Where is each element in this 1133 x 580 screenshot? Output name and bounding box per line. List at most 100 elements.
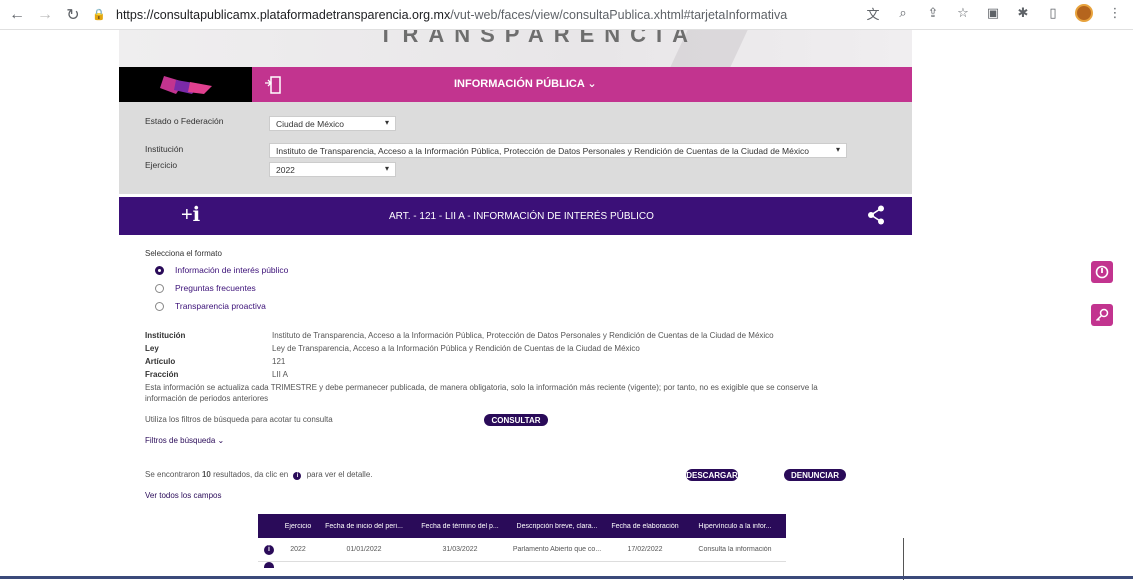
info-circle-icon[interactable] — [264, 562, 274, 568]
table-header-cell[interactable]: Hipervínculo a la infor... — [684, 523, 786, 530]
results-table: Ejercicio Fecha de inicio del peri... Fe… — [258, 514, 786, 568]
share-page-icon[interactable]: ⇪ — [925, 5, 941, 21]
consulta-informacion-link[interactable]: Consulta la información — [684, 546, 786, 553]
estado-label: Estado o Federación — [145, 116, 224, 126]
meta-institucion-value: Instituto de Transparencia, Acceso a la … — [272, 331, 774, 340]
informacion-publica-menu[interactable]: INFORMACIÓN PÚBLICA ⌄ — [454, 77, 597, 90]
alert-side-button[interactable] — [1091, 261, 1113, 283]
table-row-partial — [258, 562, 786, 568]
meta-fraccion-value: LII A — [272, 370, 289, 379]
results-prefix: Se encontraron — [145, 470, 202, 479]
table-row: i 2022 01/01/2022 31/03/2022 Parlamento … — [258, 538, 786, 562]
site-logo[interactable] — [119, 67, 252, 102]
site-banner: TRANSPARENCIA — [119, 30, 912, 67]
table-header-cell[interactable]: Ejercicio — [280, 523, 316, 530]
meta-ley-key: Ley — [145, 344, 159, 353]
profile-avatar[interactable] — [1075, 4, 1093, 22]
denunciar-button[interactable]: DENUNCIAR — [784, 469, 846, 481]
forward-icon[interactable]: → — [34, 4, 56, 26]
institucion-select-value: Instituto de Transparencia, Acceso a la … — [276, 146, 809, 156]
chevron-down-icon: ▾ — [835, 145, 840, 154]
share-icon-svg — [868, 205, 884, 225]
row-detail-cell[interactable]: i — [258, 544, 280, 555]
institucion-label: Institución — [145, 144, 184, 154]
chevron-down-icon: ▾ — [384, 164, 389, 173]
table-cell: 31/03/2022 — [442, 546, 478, 553]
institucion-select[interactable]: Instituto de Transparencia, Acceso a la … — [269, 143, 847, 158]
menu-kebab-icon[interactable]: ⋮ — [1107, 5, 1123, 21]
radio-unselected[interactable] — [155, 283, 164, 293]
browser-actions: 文 ⌕ ⇪ ☆ ▣ ✱ ▯ ⋮ — [865, 4, 1123, 22]
reload-icon[interactable]: ↻ — [62, 4, 84, 26]
key-icon — [1095, 308, 1109, 322]
logo-icon — [159, 75, 212, 94]
format-option-label: Transparencia proactiva — [175, 301, 266, 311]
zoom-icon[interactable]: ⌕ — [895, 5, 911, 21]
url-path: /vut-web/faces/view/consultaPublica.xhtm… — [450, 8, 788, 22]
article-header: +ℹ ART. - 121 - LII A - INFORMACIÓN DE I… — [119, 197, 912, 235]
format-label: Selecciona el formato — [145, 249, 222, 258]
estado-select[interactable]: Ciudad de México ▾ — [269, 116, 396, 131]
lock-icon: 🔒 — [92, 9, 106, 21]
translate-icon[interactable]: 文 — [865, 5, 881, 22]
back-icon[interactable]: ← — [6, 4, 28, 26]
bookmark-star-icon[interactable]: ☆ — [955, 5, 971, 21]
update-note-line1: Esta información se actualiza cada TRIME… — [145, 383, 818, 392]
login-icon[interactable] — [258, 70, 288, 100]
table-header-cell[interactable]: Descripción breve, clara... — [508, 523, 606, 530]
results-suffix2: para ver el detalle. — [306, 470, 373, 479]
ver-todos-campos-link[interactable]: Ver todos los campos — [145, 491, 221, 500]
address-bar[interactable]: 🔒 https://consultapublicamx.plataformade… — [92, 4, 882, 26]
ejercicio-select[interactable]: 2022 ▾ — [269, 162, 396, 177]
results-summary: Se encontraron 10 resultados, da clic en… — [145, 470, 373, 480]
info-circle-icon[interactable]: i — [264, 544, 274, 555]
divider-line — [903, 538, 904, 580]
table-cell: Parlamento Abierto que co... — [512, 546, 602, 553]
article-title: ART. - 121 - LII A - INFORMACIÓN DE INTE… — [389, 211, 654, 222]
format-option-proactiva[interactable]: Transparencia proactiva — [155, 301, 266, 311]
page-content: TRANSPARENCIA INFORMACIÓN PÚBLICA ⌄ Esta… — [0, 30, 1133, 580]
filter-panel: Estado o Federación Ciudad de México ▾ I… — [119, 102, 912, 194]
power-icon — [1095, 265, 1109, 279]
update-note-line2: información de periodos anteriores — [145, 394, 269, 403]
ejercicio-select-value: 2022 — [276, 165, 295, 175]
meta-institucion-key: Institución — [145, 331, 186, 340]
row-detail-cell[interactable] — [258, 562, 280, 568]
estado-select-value: Ciudad de México — [276, 119, 345, 129]
share-icon[interactable] — [867, 205, 885, 231]
radio-unselected[interactable] — [155, 301, 164, 311]
format-option-preguntas[interactable]: Preguntas frecuentes — [155, 283, 256, 293]
format-option-label: Preguntas frecuentes — [175, 283, 256, 293]
results-count: 10 — [201, 470, 211, 479]
format-option-interes-publico[interactable]: Información de interés público — [155, 265, 288, 275]
table-header-cell[interactable]: Fecha de inicio del peri... — [316, 523, 412, 530]
results-suffix: resultados, da clic en — [210, 470, 289, 479]
table-header-cell[interactable]: Fecha de elaboración — [606, 523, 684, 530]
key-side-button[interactable] — [1091, 304, 1113, 326]
search-hint: Utiliza los filtros de búsqueda para aco… — [145, 415, 333, 424]
descargar-button[interactable]: DESCARGAR — [686, 469, 738, 481]
table-cell: 2022 — [290, 546, 306, 553]
banner-title: TRANSPARENCIA — [379, 30, 699, 47]
format-option-label: Información de interés público — [175, 265, 289, 275]
browser-toolbar: ← → ↻ 🔒 https://consultapublicamx.plataf… — [0, 0, 1133, 30]
table-header-cell[interactable]: Fecha de término del p... — [412, 523, 508, 530]
ejercicio-label: Ejercicio — [145, 160, 178, 170]
info-plus-icon[interactable]: +ℹ — [181, 202, 200, 227]
table-header: Ejercicio Fecha de inicio del peri... Fe… — [258, 514, 786, 538]
table-cell: 17/02/2022 — [627, 546, 663, 553]
url-host: https://consultapublicamx.plataformadetr… — [116, 8, 451, 22]
chevron-down-icon: ▾ — [384, 118, 389, 127]
meta-fraccion-key: Fracción — [145, 370, 179, 379]
extensions-icon[interactable]: ✱ — [1015, 5, 1031, 21]
main-navbar: INFORMACIÓN PÚBLICA ⌄ — [119, 67, 912, 102]
pdf-extension-icon[interactable]: ▣ — [985, 5, 1001, 21]
consultar-button[interactable]: CONSULTAR — [484, 414, 548, 426]
filtros-busqueda-toggle[interactable]: Filtros de búsqueda ⌄ — [145, 436, 224, 445]
login-icon-svg — [265, 75, 281, 94]
sidepanel-icon[interactable]: ▯ — [1045, 5, 1061, 21]
info-circle-icon: i — [293, 472, 302, 480]
meta-articulo-value: 121 — [272, 357, 286, 366]
table-cell: 01/01/2022 — [346, 546, 382, 553]
radio-selected[interactable] — [155, 265, 164, 275]
